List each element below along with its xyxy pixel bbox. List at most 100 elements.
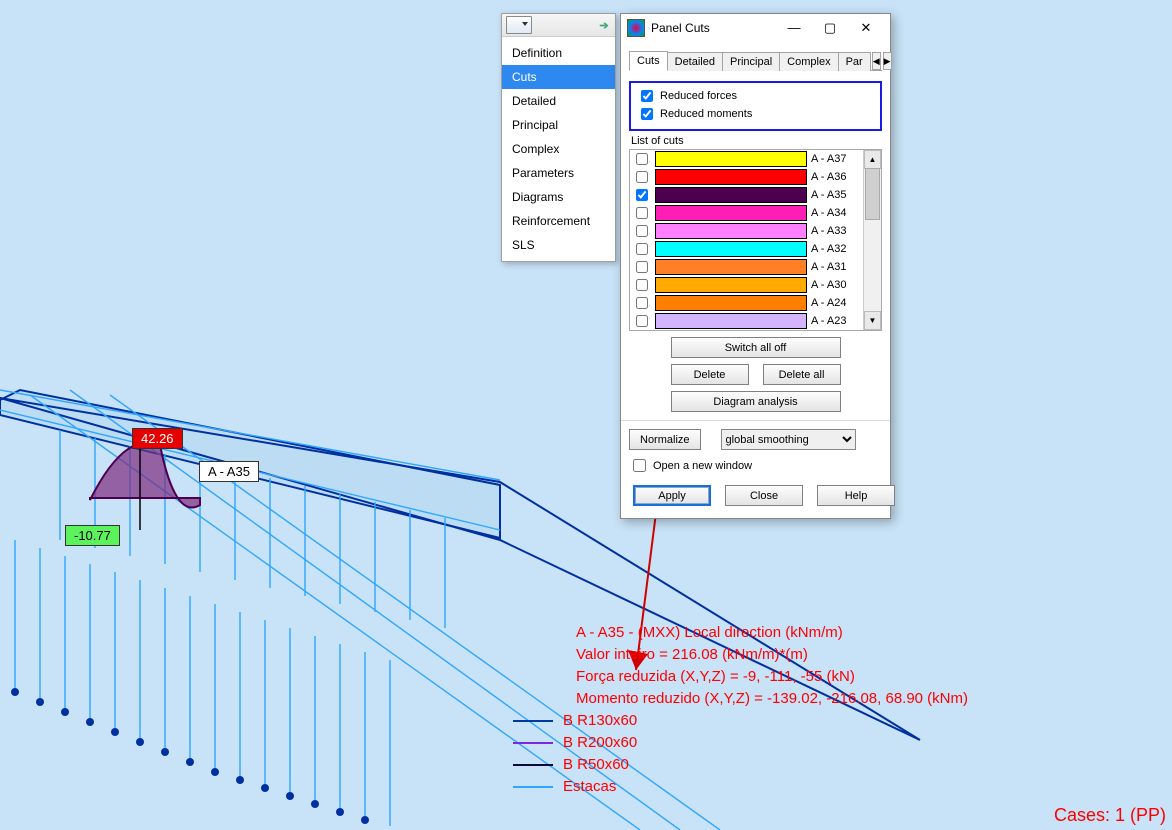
legend-item: B R130x60	[513, 710, 968, 732]
cut-checkbox[interactable]	[636, 243, 648, 255]
cut-color-swatch	[655, 277, 807, 293]
reduced-moments-checkbox[interactable]: Reduced moments	[637, 105, 874, 123]
legend-item: B R50x60	[513, 754, 968, 776]
dialog-titlebar[interactable]: Panel Cuts — ▢ ✕	[621, 14, 890, 42]
cut-name-label: A - A35	[199, 461, 259, 482]
cut-checkbox[interactable]	[636, 225, 648, 237]
property-item-parameters[interactable]: Parameters	[502, 161, 615, 185]
reduced-forces-checkbox[interactable]: Reduced forces	[637, 87, 874, 105]
cut-row[interactable]: A - A24	[630, 294, 863, 312]
cut-label: A - A23	[811, 315, 861, 327]
property-item-reinforcement[interactable]: Reinforcement	[502, 209, 615, 233]
cut-color-swatch	[655, 223, 807, 239]
close-button[interactable]: Close	[725, 485, 803, 506]
smoothing-select[interactable]: global smoothing	[721, 429, 856, 450]
info-line-3: Força reduzida (X,Y,Z) = -9, -111, -55 (…	[576, 666, 968, 688]
cases-label: Cases: 1 (PP)	[1054, 805, 1166, 826]
property-item-principal[interactable]: Principal	[502, 113, 615, 137]
cut-color-swatch	[655, 187, 807, 203]
property-item-cuts[interactable]: Cuts	[502, 65, 615, 89]
cut-color-swatch	[655, 151, 807, 167]
cut-checkbox[interactable]	[636, 297, 648, 309]
delete-all-button[interactable]: Delete all	[763, 364, 841, 385]
tab-detailed[interactable]: Detailed	[667, 52, 723, 71]
legend-label: Estacas	[563, 776, 616, 798]
open-new-window-input[interactable]	[633, 459, 646, 472]
cut-row[interactable]: A - A31	[630, 258, 863, 276]
cut-label: A - A33	[811, 225, 861, 237]
cut-checkbox[interactable]	[636, 189, 648, 201]
cut-checkbox[interactable]	[636, 207, 648, 219]
tab-scroll-left-button[interactable]: ◀	[872, 52, 881, 70]
property-list: DefinitionCutsDetailedPrincipalComplexPa…	[502, 37, 615, 261]
open-new-window-checkbox[interactable]: Open a new window	[629, 456, 882, 475]
switch-all-off-button[interactable]: Switch all off	[671, 337, 841, 358]
apply-button[interactable]: Apply	[633, 485, 711, 506]
cut-row[interactable]: A - A30	[630, 276, 863, 294]
property-item-sls[interactable]: SLS	[502, 233, 615, 257]
reduced-forces-label: Reduced forces	[660, 90, 737, 102]
cut-row[interactable]: A - A23	[630, 312, 863, 330]
cut-label: A - A36	[811, 171, 861, 183]
cut-color-swatch	[655, 241, 807, 257]
cut-checkbox[interactable]	[636, 171, 648, 183]
scroll-down-button[interactable]: ▼	[864, 311, 881, 330]
reduced-moments-input[interactable]	[641, 108, 653, 120]
cut-label: A - A37	[811, 153, 861, 165]
scrollbar[interactable]: ▲ ▼	[863, 150, 881, 330]
window-close-button[interactable]: ✕	[848, 17, 884, 39]
cut-label: A - A30	[811, 279, 861, 291]
cut-row[interactable]: A - A37	[630, 150, 863, 168]
cut-checkbox[interactable]	[636, 153, 648, 165]
help-button[interactable]: Help	[817, 485, 895, 506]
property-item-complex[interactable]: Complex	[502, 137, 615, 161]
property-item-diagrams[interactable]: Diagrams	[502, 185, 615, 209]
window-minimize-button[interactable]: —	[776, 17, 812, 39]
legend-label: B R50x60	[563, 754, 629, 776]
info-line-1: A - A35 - (MXX) Local direction (kNm/m)	[576, 622, 968, 644]
scroll-thumb[interactable]	[865, 168, 880, 220]
reduced-forces-input[interactable]	[641, 90, 653, 102]
tab-cuts[interactable]: Cuts	[629, 51, 668, 71]
info-line-2: Valor inteiro = 216.08 (kNm/m)*(m)	[576, 644, 968, 666]
diagram-analysis-button[interactable]: Diagram analysis	[671, 391, 841, 412]
legend-label: B R200x60	[563, 732, 637, 754]
tabs-bar: CutsDetailedPrincipalComplexPar◀▶	[629, 50, 882, 71]
legend-swatch	[513, 720, 553, 722]
cut-color-swatch	[655, 259, 807, 275]
tab-principal[interactable]: Principal	[722, 52, 780, 71]
palette-next-arrow-icon[interactable]: ➔	[597, 18, 611, 32]
legend-swatch	[513, 742, 553, 744]
cut-checkbox[interactable]	[636, 315, 648, 327]
tab-complex[interactable]: Complex	[779, 52, 838, 71]
property-item-definition[interactable]: Definition	[502, 41, 615, 65]
legend-swatch	[513, 764, 553, 766]
cut-checkbox[interactable]	[636, 261, 648, 273]
scroll-up-button[interactable]: ▲	[864, 150, 881, 169]
app-icon	[627, 19, 645, 37]
cut-row[interactable]: A - A33	[630, 222, 863, 240]
info-line-4: Momento reduzido (X,Y,Z) = -139.02, -216…	[576, 688, 968, 710]
properties-palette[interactable]: ➔ DefinitionCutsDetailedPrincipalComplex…	[501, 13, 616, 262]
results-info: A - A35 - (MXX) Local direction (kNm/m) …	[513, 622, 968, 798]
cuts-list[interactable]: A - A37 A - A36 A - A35 A - A34 A - A33 A - A…	[629, 149, 882, 331]
reduced-options-group: Reduced forces Reduced moments	[629, 81, 882, 131]
legend-item: B R200x60	[513, 732, 968, 754]
property-item-detailed[interactable]: Detailed	[502, 89, 615, 113]
cut-row[interactable]: A - A36	[630, 168, 863, 186]
cut-label: A - A24	[811, 297, 861, 309]
panel-cuts-dialog[interactable]: Panel Cuts — ▢ ✕ CutsDetailedPrincipalCo…	[620, 13, 891, 519]
window-maximize-button[interactable]: ▢	[812, 17, 848, 39]
cut-label: A - A34	[811, 207, 861, 219]
normalize-button[interactable]: Normalize	[629, 429, 701, 450]
tab-scroll-right-button[interactable]: ▶	[883, 52, 892, 70]
cut-row[interactable]: A - A34	[630, 204, 863, 222]
palette-image-dropdown-button[interactable]	[506, 16, 532, 34]
cut-row[interactable]: A - A32	[630, 240, 863, 258]
delete-button[interactable]: Delete	[671, 364, 749, 385]
palette-toolbar[interactable]: ➔	[502, 14, 615, 37]
tab-par[interactable]: Par	[838, 52, 871, 71]
cut-row[interactable]: A - A35	[630, 186, 863, 204]
legend-swatch	[513, 786, 553, 788]
cut-checkbox[interactable]	[636, 279, 648, 291]
